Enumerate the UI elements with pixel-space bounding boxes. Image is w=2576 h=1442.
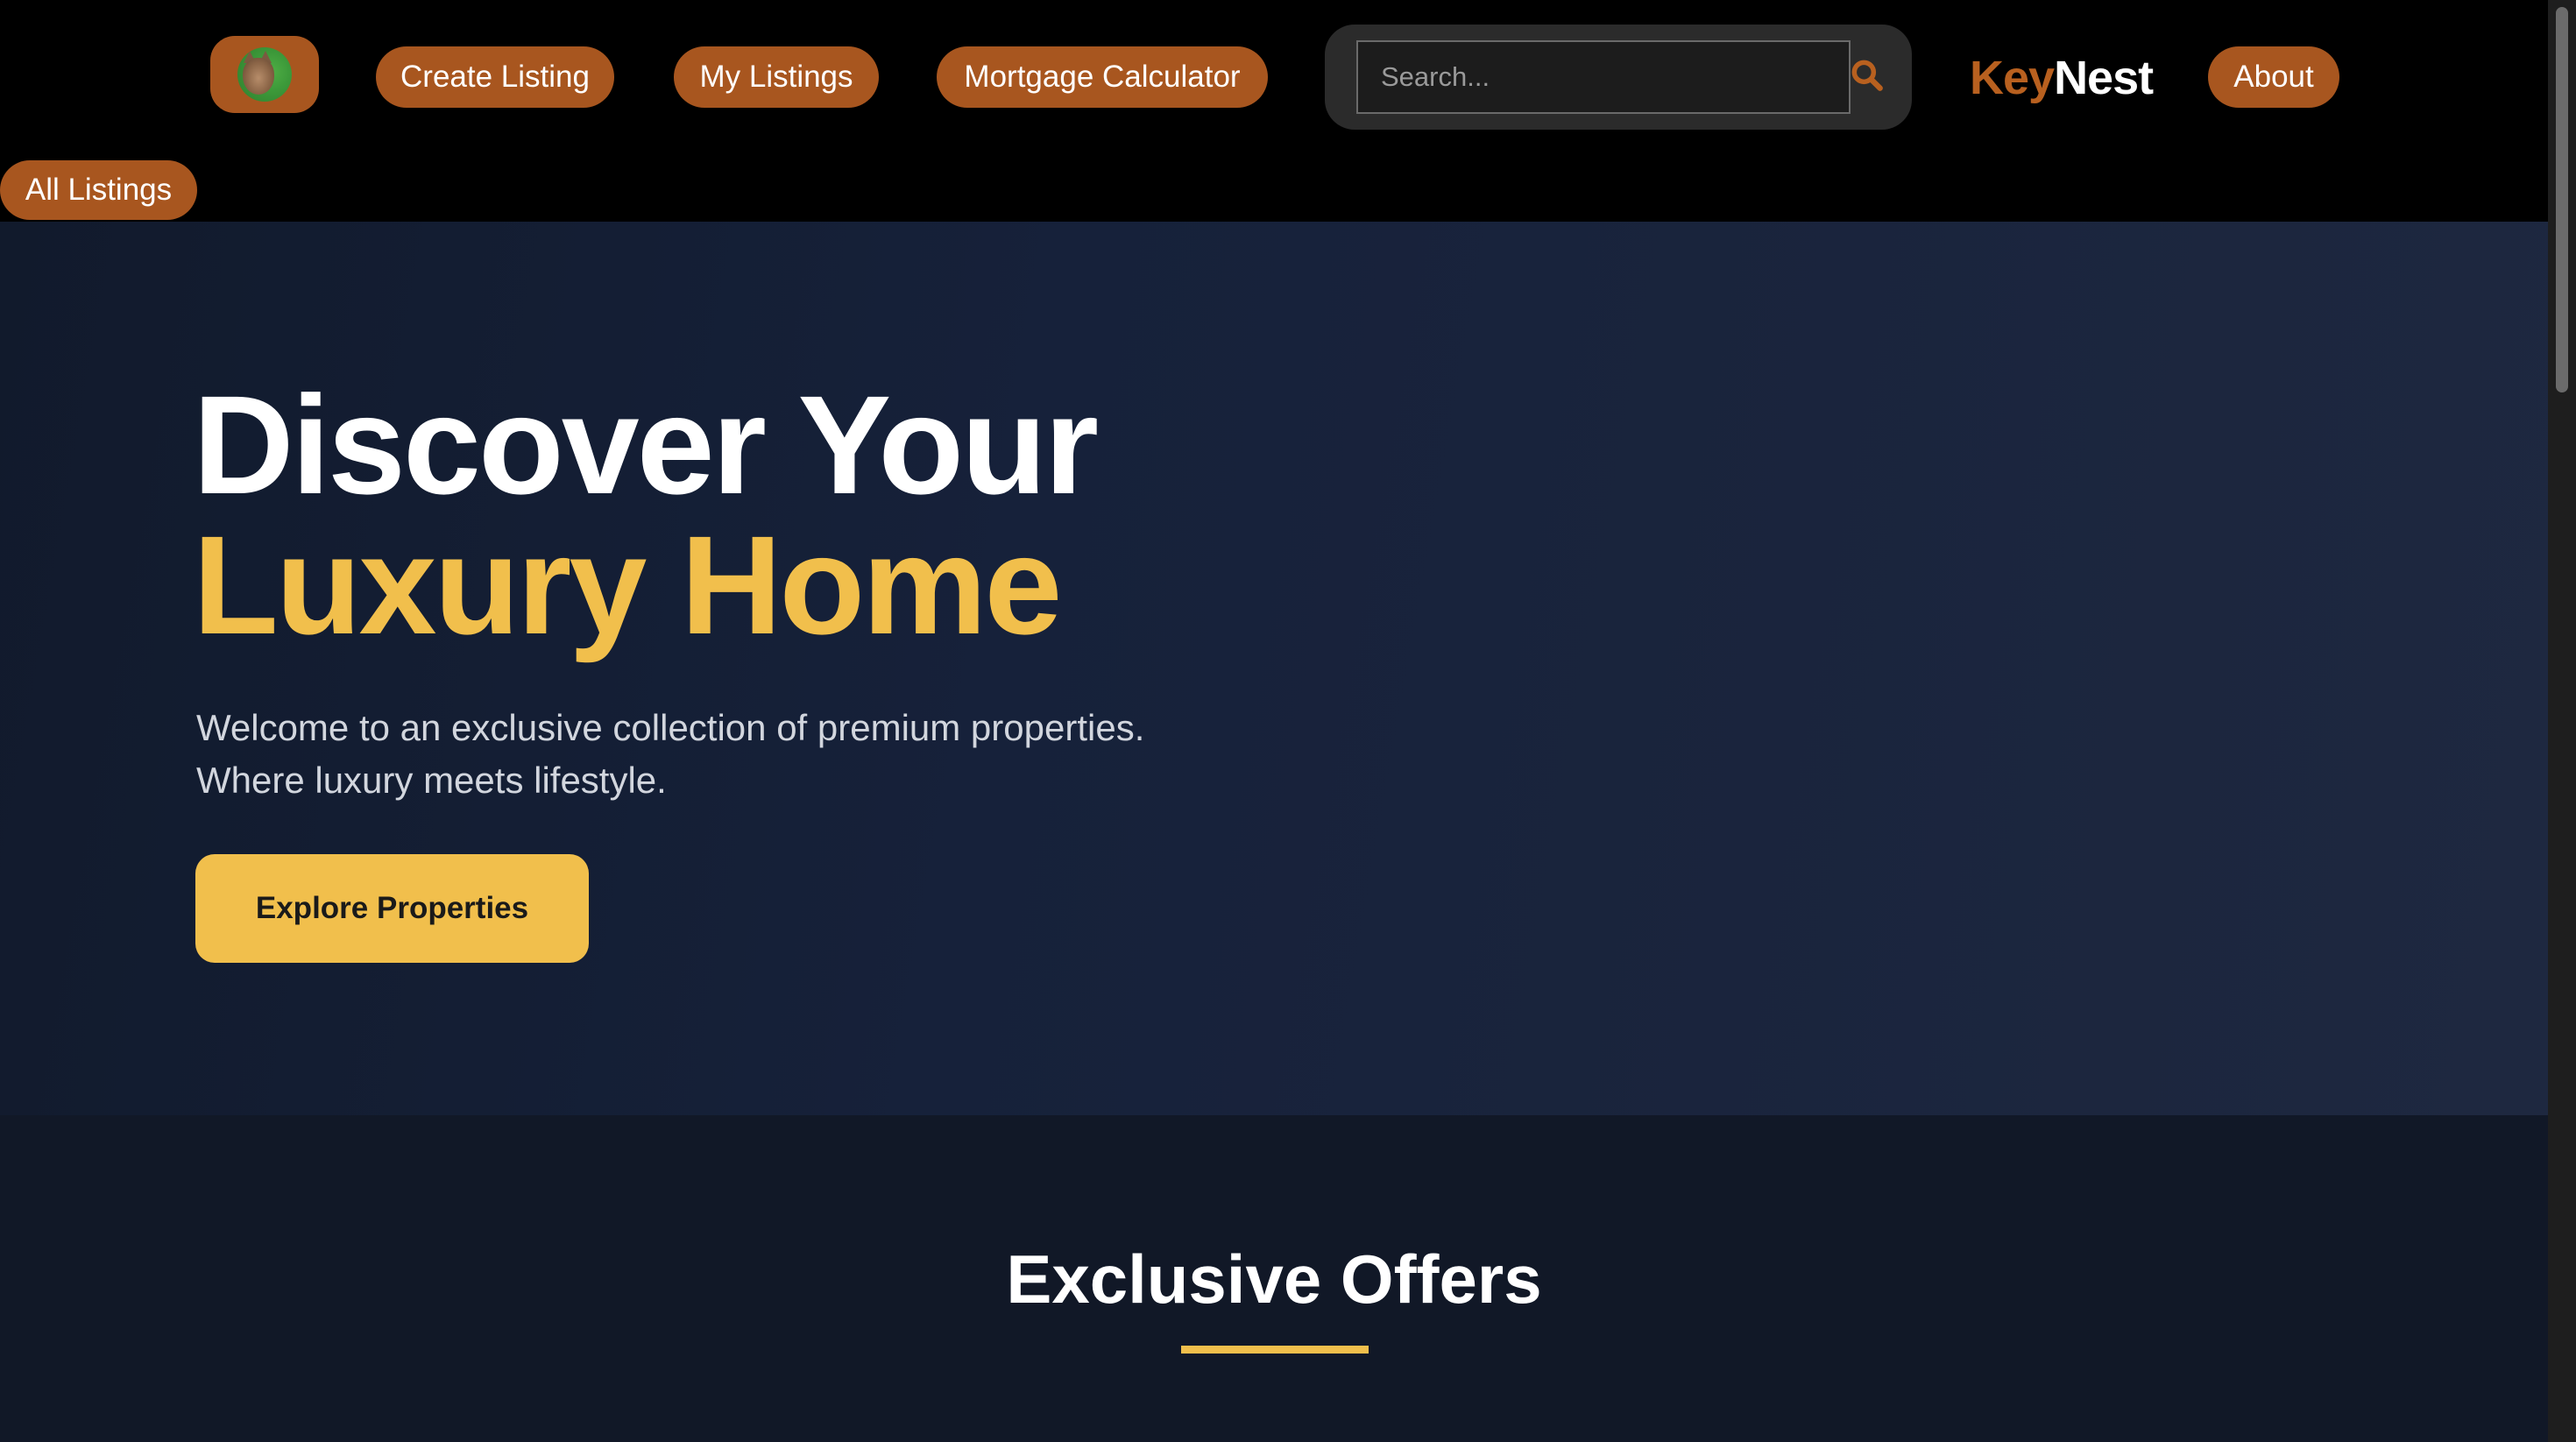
avatar-icon (237, 47, 292, 102)
about-button[interactable]: About (2208, 46, 2339, 108)
create-listing-button[interactable]: Create Listing (376, 46, 614, 108)
explore-properties-button[interactable]: Explore Properties (195, 854, 589, 963)
section-divider (1181, 1346, 1369, 1354)
search-container (1325, 25, 1912, 130)
hero-subtitle: Welcome to an exclusive collection of pr… (196, 702, 1335, 807)
avatar-cat-face (243, 58, 274, 95)
brand-logo-key: Key (1970, 52, 2055, 104)
hero-subtitle-line1: Welcome to an exclusive collection of pr… (196, 707, 1145, 748)
mortgage-calculator-button[interactable]: Mortgage Calculator (937, 46, 1268, 108)
hero-subtitle-line2: Where luxury meets lifestyle. (196, 760, 667, 801)
scrollbar-thumb[interactable] (2556, 7, 2568, 392)
hero-title: Discover Your Luxury Home (193, 366, 1099, 663)
hero-section: Discover Your Luxury Home Welcome to an … (0, 222, 2548, 1115)
search-input[interactable] (1356, 40, 1851, 114)
my-listings-button[interactable]: My Listings (674, 46, 879, 108)
top-navigation-bar: Create Listing My Listings Mortgage Calc… (0, 0, 2548, 222)
hero-title-line2: Luxury Home (193, 506, 1062, 663)
exclusive-offers-heading: Exclusive Offers (1006, 1241, 1542, 1318)
brand-logo[interactable]: KeyNest (1970, 47, 2154, 109)
brand-logo-nest: Nest (2054, 52, 2154, 104)
profile-avatar-button[interactable] (210, 36, 319, 113)
all-listings-button[interactable]: All Listings (0, 160, 197, 220)
hero-title-line1: Discover Your (193, 366, 1099, 523)
search-icon[interactable] (1848, 56, 1886, 95)
